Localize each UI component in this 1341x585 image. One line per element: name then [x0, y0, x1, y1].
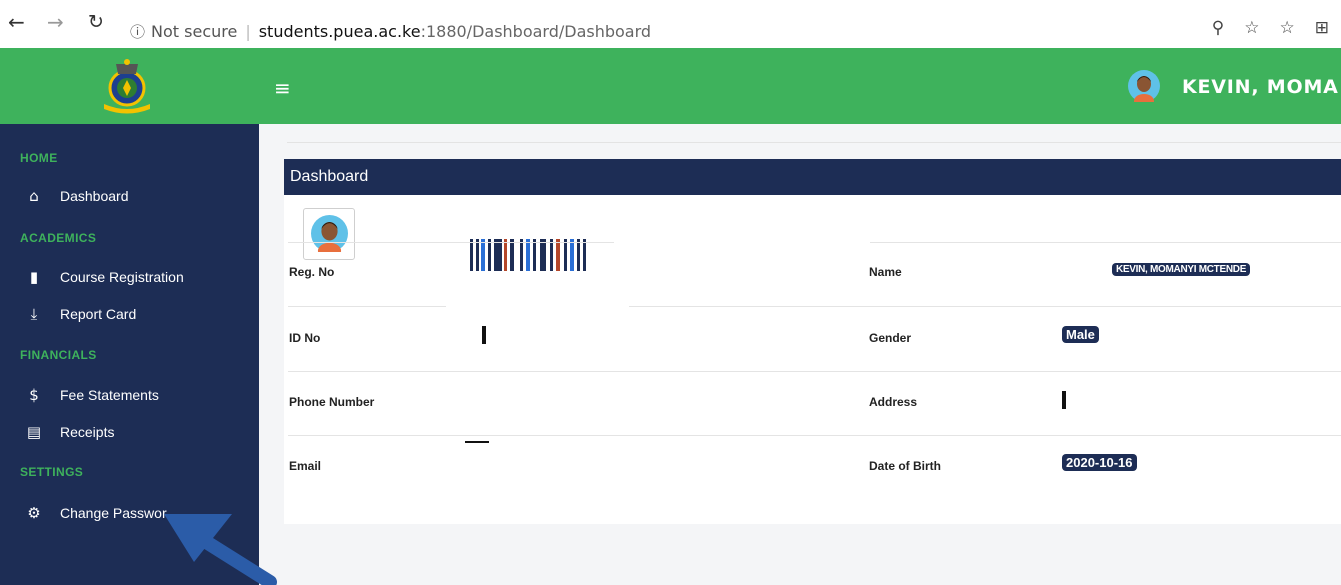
- student-avatar-icon: [311, 215, 348, 252]
- home-icon: ⌂: [29, 187, 39, 205]
- dob-value: 2020-10-16: [1062, 454, 1137, 471]
- back-icon[interactable]: ←: [8, 12, 25, 32]
- dollar-icon: $: [29, 386, 39, 404]
- user-avatar[interactable]: [1128, 70, 1160, 102]
- url-path: :1880/Dashboard/Dashboard: [420, 21, 652, 41]
- profile-picture: [303, 208, 355, 260]
- favorites-icon[interactable]: ☆: [1280, 18, 1295, 38]
- email-redacted: [465, 441, 489, 443]
- user-name[interactable]: KEVIN, MOMA: [1182, 76, 1339, 98]
- row-divider: [288, 306, 446, 307]
- email-label: Email: [289, 459, 322, 473]
- not-secure-label: Not secure: [151, 21, 238, 41]
- browser-actions: ⚲ ☆ ☆ ⊞: [1212, 18, 1329, 38]
- gear-icon: ⚙: [27, 504, 41, 522]
- annotation-arrow: [164, 514, 277, 585]
- divider: [287, 142, 1341, 143]
- name-value: KEVIN, MOMANYI MCTENDE: [1112, 263, 1251, 276]
- sidebar-item-label: Course Registration: [60, 269, 184, 285]
- key-icon[interactable]: ⚲: [1212, 18, 1224, 38]
- sidebar-item-label: Dashboard: [60, 188, 129, 204]
- dashboard-card: Dashboard Reg. No Name KEVIN, MOMANYI MC…: [284, 159, 1341, 524]
- forward-icon[interactable]: →: [47, 12, 64, 32]
- gender-label: Gender: [869, 331, 912, 345]
- reg-no-redacted: [470, 239, 586, 271]
- hamburger-menu-icon[interactable]: ≡: [274, 78, 291, 98]
- row-divider: [288, 435, 1341, 436]
- sidebar-item-dashboard[interactable]: ⌂ Dashboard: [0, 181, 259, 211]
- main-content: Dashboard Reg. No Name KEVIN, MOMANYI MC…: [259, 124, 1341, 585]
- sidebar-section-settings: SETTINGS: [20, 465, 84, 479]
- app-header: ≡ KEVIN, MOMA: [0, 48, 1341, 124]
- sidebar-item-fee-statements[interactable]: $ Fee Statements: [0, 380, 259, 410]
- row-divider: [288, 242, 614, 243]
- sidebar-section-home: HOME: [20, 151, 58, 165]
- info-icon[interactable]: ⓘ: [130, 21, 145, 42]
- id-no-label: ID No: [289, 331, 321, 345]
- download-icon: ⤓: [30, 305, 38, 323]
- card-title: Dashboard: [284, 159, 1341, 195]
- name-label: Name: [869, 265, 902, 279]
- address-label: Address: [869, 395, 918, 409]
- sidebar-item-report-card[interactable]: ⤓ Report Card: [0, 299, 259, 329]
- id-no-redacted: [482, 326, 486, 344]
- sidebar-item-course-registration[interactable]: ▮ Course Registration: [0, 262, 259, 292]
- dob-label: Date of Birth: [869, 459, 941, 473]
- sidebar-section-academics: ACADEMICS: [20, 231, 97, 245]
- address-separator: |: [245, 21, 251, 41]
- star-icon[interactable]: ☆: [1244, 18, 1259, 38]
- receipt-icon: ▤: [26, 423, 42, 441]
- sidebar-item-label: Fee Statements: [60, 387, 159, 403]
- row-divider: [629, 306, 1341, 307]
- address-bar[interactable]: ⓘ Not secure | students.puea.ac.ke :1880…: [130, 20, 651, 42]
- gender-value: Male: [1062, 326, 1099, 343]
- browser-toolbar: ← → ↻ ⓘ Not secure | students.puea.ac.ke…: [0, 0, 1341, 48]
- sidebar-item-receipts[interactable]: ▤ Receipts: [0, 417, 259, 447]
- books-icon: ▮: [29, 268, 39, 286]
- url-host: students.puea.ac.ke: [258, 21, 421, 41]
- row-divider: [870, 242, 1341, 243]
- sidebar-item-label: Report Card: [60, 306, 137, 322]
- phone-label: Phone Number: [289, 395, 375, 409]
- university-logo: [104, 59, 150, 114]
- sidebar-section-financials: FINANCIALS: [20, 348, 97, 362]
- collections-icon[interactable]: ⊞: [1315, 18, 1329, 38]
- refresh-icon[interactable]: ↻: [88, 12, 104, 32]
- reg-no-label: Reg. No: [289, 265, 335, 279]
- row-divider: [288, 371, 1341, 372]
- address-redacted: [1062, 391, 1066, 409]
- sidebar-item-label: Receipts: [60, 424, 115, 440]
